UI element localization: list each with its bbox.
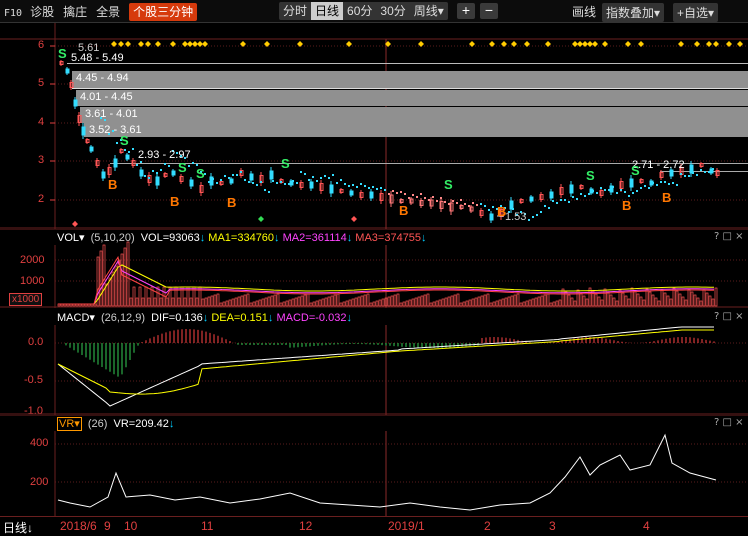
buy-signal-marker: B: [170, 194, 180, 209]
buy-signal-marker: B: [108, 177, 118, 192]
buy-signal-marker: B: [662, 190, 672, 205]
zoom-out-button[interactable]: −: [480, 3, 498, 19]
high-price-label: 5.61: [78, 42, 100, 54]
price-band-label: 4.01 - 4.45: [80, 91, 133, 103]
zoom-in-button[interactable]: +: [457, 3, 475, 19]
f10-button[interactable]: F10: [4, 8, 22, 19]
sell-signal-marker: S: [120, 133, 129, 148]
draw-line-button[interactable]: 画线: [572, 3, 596, 20]
x-tick-label: 2: [484, 519, 491, 533]
buy-signal-marker: B: [622, 198, 632, 213]
three-minute-stock-button[interactable]: 个股三分钟: [129, 3, 198, 21]
period-60min[interactable]: 60分: [343, 2, 376, 20]
period-30min[interactable]: 30分: [376, 2, 409, 20]
period-weekly-dropdown[interactable]: 周线▾: [410, 2, 448, 20]
period-label[interactable]: 日线↓: [3, 519, 33, 536]
period-selector: 分时 日线 60分 30分 周线▾: [279, 2, 448, 20]
toolbar-left: F10 诊股 擒庄 全景 个股三分钟: [4, 3, 206, 21]
period-timeshare[interactable]: 分时: [279, 2, 311, 20]
sell-signal-marker: S: [196, 166, 205, 181]
x-tick-label: 12: [299, 519, 313, 533]
x-tick-label: 2018/6: [60, 519, 97, 533]
price-band-label: 4.45 - 4.94: [76, 72, 129, 84]
macd-chart-svg: [0, 325, 748, 415]
vr-chart-svg: [0, 415, 748, 516]
sell-signal-marker: S: [444, 177, 453, 192]
x-tick-label: 3: [549, 519, 556, 533]
x-tick-label: 11: [201, 519, 214, 533]
sell-signal-marker: S: [586, 168, 595, 183]
vr-panel[interactable]: VR▾ (26) VR=209.42↓ ? □ × 400 200: [0, 415, 748, 516]
watchlist-dropdown[interactable]: +自选▾: [673, 3, 719, 22]
buy-signal-marker: B: [399, 203, 409, 218]
diagnose-button[interactable]: 诊股: [30, 5, 54, 19]
x-tick-label: 4: [643, 519, 650, 533]
low-price-label: 1.53: [505, 211, 527, 223]
sell-signal-marker: S: [58, 46, 67, 61]
x-tick-label: 2019/1: [388, 519, 425, 533]
panorama-button[interactable]: 全景: [96, 5, 120, 19]
sell-signal-marker: S: [281, 156, 290, 171]
sell-signal-marker: S: [178, 160, 187, 175]
x-tick-label: 10: [124, 519, 138, 533]
main-price-chart[interactable]: 6 5 4 3 2 5.48 - 5.49 4.45 - 4.94 4.01 -…: [0, 23, 748, 229]
volume-chart-svg: [0, 229, 748, 308]
x-axis: 日线↓ 2018/6 9 10 11 12 2019/1 2 3 4: [0, 516, 748, 535]
catch-dealer-button[interactable]: 擒庄: [63, 5, 87, 19]
toolbar: F10 诊股 擒庄 全景 个股三分钟 分时 日线 60分 30分 周线▾ + − 画线 …: [0, 0, 748, 23]
index-overlay-dropdown[interactable]: 指数叠加▾: [602, 3, 665, 22]
price-band-label: 3.52 - 3.61: [89, 124, 142, 136]
price-band-label: 3.61 - 4.01: [85, 108, 138, 120]
period-daily[interactable]: 日线: [311, 2, 344, 20]
buy-signal-marker: B: [227, 195, 237, 210]
sell-signal-marker: S: [631, 163, 640, 178]
buy-signal-marker: B: [497, 204, 507, 219]
x-tick-label: 9: [104, 519, 111, 533]
volume-panel[interactable]: VOL▾ (5,10,20) VOL=93063↓ MA1=334760↓ MA…: [0, 229, 748, 308]
macd-panel[interactable]: MACD▾ (26,12,9) DIF=0.136↓ DEA=0.151↓ MA…: [0, 309, 748, 417]
